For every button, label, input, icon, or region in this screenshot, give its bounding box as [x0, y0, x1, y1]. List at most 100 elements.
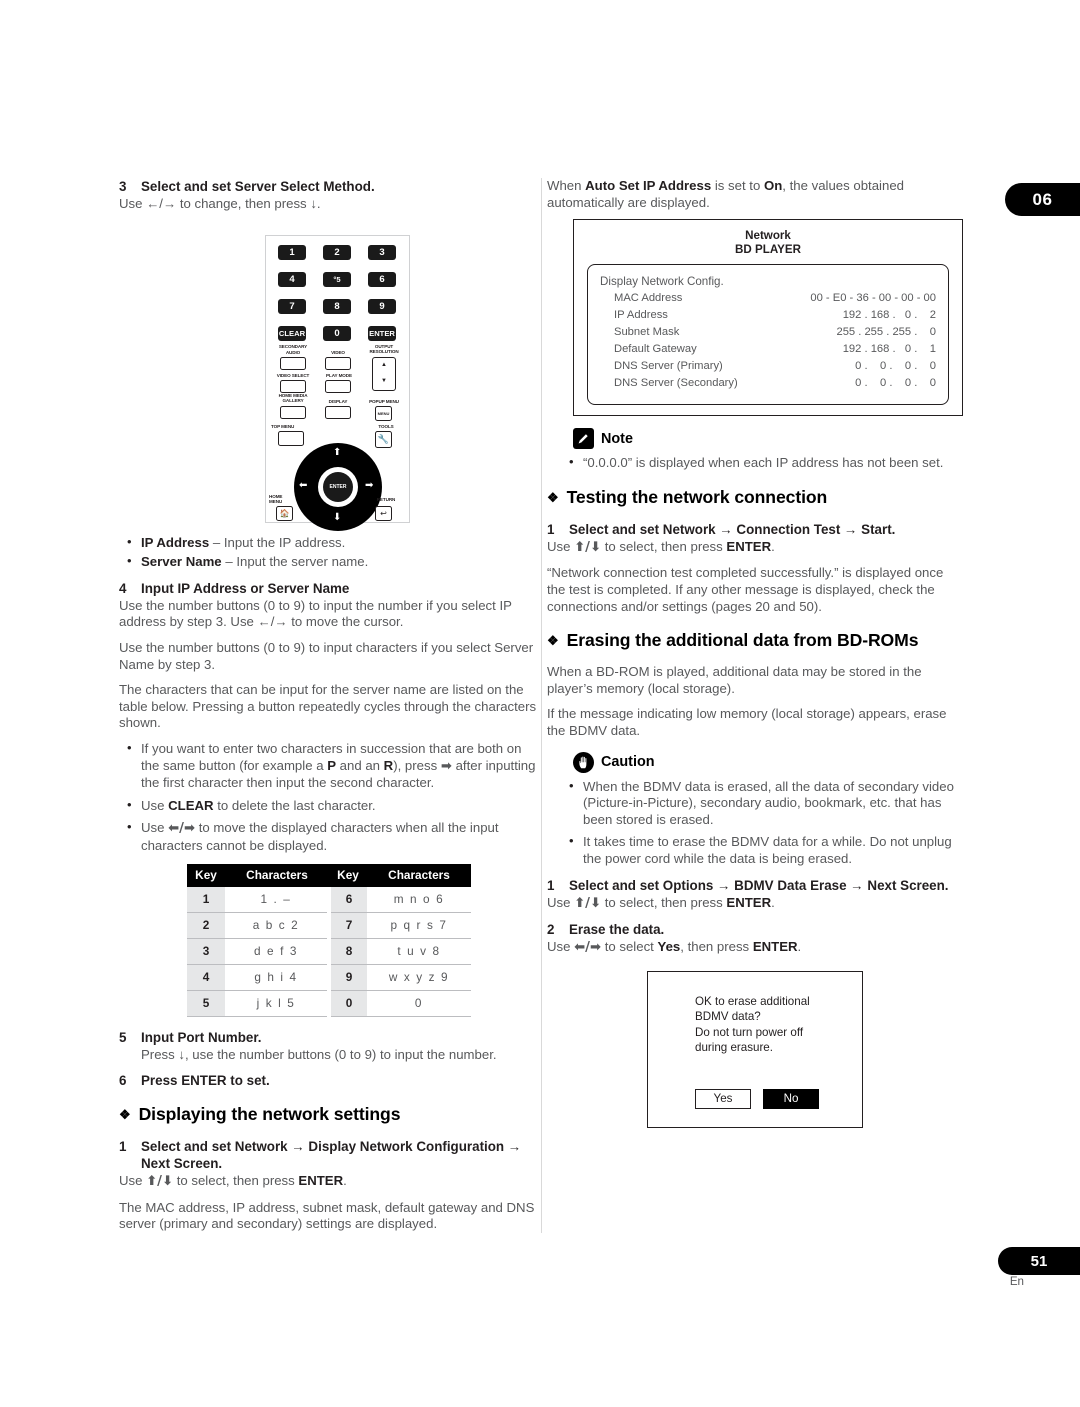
erase-step-1-number: 1 [547, 877, 555, 893]
remote-key-zero: 0 [323, 325, 351, 341]
caution-header: Caution [573, 751, 965, 773]
remote-button-play-mode [325, 379, 351, 393]
diamond-bullet-icon: ❖ [119, 1107, 131, 1123]
table-row: 4 g h i 4 9 w x y z 9 [187, 964, 471, 991]
option-desc-ip-address: – Input the IP address. [209, 534, 346, 550]
dpad-right-icon: ➡ [365, 479, 374, 491]
screen-body: Display Network Config. MAC Address 00 -… [587, 264, 949, 406]
remote-key-9: 9 [368, 298, 396, 314]
remote-button-video [325, 356, 351, 370]
row-value: 0 . 0 . 0 . 0 [848, 377, 936, 390]
screen-row-mac-address: MAC Address 00 - E0 - 36 - 00 - 00 - 00 [600, 290, 936, 307]
row-value: 255 . 255 . 255 . 0 [836, 326, 936, 339]
erase-step-1-instruction: Use ⬆/⬇ to select, then press ENTER. [547, 894, 775, 911]
server-select-options: IP Address – Input the IP address. Serve… [119, 534, 537, 571]
remote-button-display [325, 405, 351, 419]
remote-label-secondary: SECONDARY [278, 343, 308, 349]
cell-characters: 1 . – [225, 886, 329, 913]
cell-characters: p q r s 7 [367, 912, 471, 939]
arrow-left-right-icon: ⬅/➡ [168, 821, 196, 837]
note-list: “0.0.0.0” is displayed when each IP addr… [561, 454, 965, 472]
list-item: “0.0.0.0” is displayed when each IP addr… [561, 454, 965, 472]
option-yes: Yes [657, 939, 681, 955]
list-item: IP Address – Input the IP address. [119, 534, 537, 552]
th-characters-2: Characters [367, 863, 471, 887]
table-row: 1 1 . – 6 m n o 6 [187, 886, 471, 913]
arrow-left-right-icon: ⬅/➡ [574, 940, 602, 956]
erase-confirmation-dialog: OK to erase additional BDMV data? Do not… [647, 970, 863, 1129]
screen-row-dns-secondary: DNS Server (Secondary) 0 . 0 . 0 . 0 [600, 375, 936, 392]
remote-label-return: RETURN [376, 496, 396, 502]
list-item: Use CLEAR to delete the last character. [119, 797, 537, 815]
key-enter: ENTER [726, 538, 772, 554]
network-config-screen: Network BD PLAYER Display Network Config… [573, 219, 963, 417]
setting-auto-set-ip-address: Auto Set IP Address [585, 178, 712, 193]
remote-key-7: 7 [278, 298, 306, 314]
remote-label-home-media-gallery: HOME MEDIA GALLERY [278, 392, 308, 403]
right-column: When Auto Set IP Address is set to On, t… [547, 178, 965, 1129]
step-5-number: 5 [119, 1029, 127, 1045]
list-item: It takes time to erase the BDMV data for… [561, 833, 965, 867]
option-label-server-name: Server Name [141, 554, 222, 570]
page-number-label: 51 [1030, 1252, 1048, 1270]
row-name: Default Gateway [614, 343, 697, 356]
key-clear: CLEAR [168, 797, 214, 813]
cell-characters: 0 [367, 990, 471, 1017]
caution-admonition: Caution When the BDMV data is erased, al… [547, 751, 965, 868]
test-step-1-number: 1 [547, 521, 555, 537]
remote-center-enter: ENTER [318, 466, 358, 507]
step-4-number: 4 [119, 580, 127, 596]
display-step-1-instruction: Use ⬆/⬇ to select, then press ENTER. [119, 1173, 347, 1190]
dpad-left-icon: ⬅ [299, 479, 308, 491]
erase-step-2-instruction: Use ⬅/➡ to select Yes, then press ENTER. [547, 939, 802, 956]
cell-key: 2 [187, 912, 225, 939]
key-enter: ENTER [298, 1173, 344, 1189]
cell-key: 1 [187, 886, 225, 913]
erase-step-2: 2 Erase the data. [547, 921, 965, 938]
step-6-title: Press ENTER to set. [141, 1073, 270, 1089]
remote-key-4: 4 [278, 271, 306, 287]
row-name: DNS Server (Primary) [614, 360, 723, 373]
no-button[interactable]: No [763, 1089, 819, 1110]
remote-label-video: VIDEO [331, 349, 345, 355]
th-key-1: Key [187, 863, 225, 887]
row-value: 192 . 168 . 0 . 1 [842, 343, 936, 356]
heading-text: Erasing the additional data from BD-ROMs [566, 630, 919, 651]
menu-icon: MENU [377, 410, 390, 416]
page-language-label: En [1009, 1275, 1024, 1288]
row-name: MAC Address [614, 292, 683, 305]
remote-button-popup-menu: MENU [375, 405, 392, 421]
step-6: 6 Press ENTER to set. [119, 1072, 537, 1089]
remote-control-illustration: 1 2 3 4 °5 6 7 8 9 CLEAR 0 ENTER SECONDA… [265, 234, 410, 531]
row-name: IP Address [614, 309, 668, 322]
cell-characters: j k l 5 [225, 990, 329, 1017]
yes-button[interactable]: Yes [695, 1089, 751, 1110]
table-row: 3 d e f 3 8 t u v 8 [187, 938, 471, 965]
cell-key: 3 [187, 938, 225, 965]
home-icon: 🏠 [279, 508, 290, 518]
cell-characters: a b c 2 [225, 912, 329, 939]
remote-label-popup-menu: POPUP MENU [369, 398, 399, 404]
step-4-paragraph-2: Use the number buttons (0 to 9) to input… [119, 639, 534, 672]
screen-row-default-gateway: Default Gateway 192 . 168 . 0 . 1 [600, 341, 936, 358]
display-step-1: 1 Select and set Network → Display Netwo… [119, 1138, 537, 1172]
heading-text: Displaying the network settings [138, 1104, 401, 1125]
dialog-message-line-4: during erasure. [695, 1040, 773, 1054]
cell-key: 8 [327, 938, 367, 965]
remote-button-top-menu [278, 430, 304, 446]
note-title: Note [601, 430, 633, 447]
table-row: 2 a b c 2 7 p q r s 7 [187, 912, 471, 939]
remote-button-home-menu: 🏠 [276, 505, 293, 521]
row-value: 192 . 168 . 0 . 2 [842, 309, 936, 322]
screen-row-ip-address: IP Address 192 . 168 . 0 . 2 [600, 307, 936, 324]
th-characters-1: Characters [225, 863, 329, 887]
arrow-up-down-icon: ⬆/⬇ [146, 1174, 174, 1190]
remote-label-audio: AUDIO [285, 349, 301, 355]
key-enter: ENTER [752, 939, 798, 955]
pencil-icon [573, 428, 594, 450]
chapter-tab: 06 [1005, 183, 1080, 216]
table-row: 5 j k l 5 0 0 [187, 990, 471, 1017]
step-5: 5 Input Port Number. [119, 1029, 537, 1046]
table-header-row: Key Characters Key Characters [187, 863, 471, 887]
remote-label-top-menu: TOP MENU [271, 423, 295, 429]
